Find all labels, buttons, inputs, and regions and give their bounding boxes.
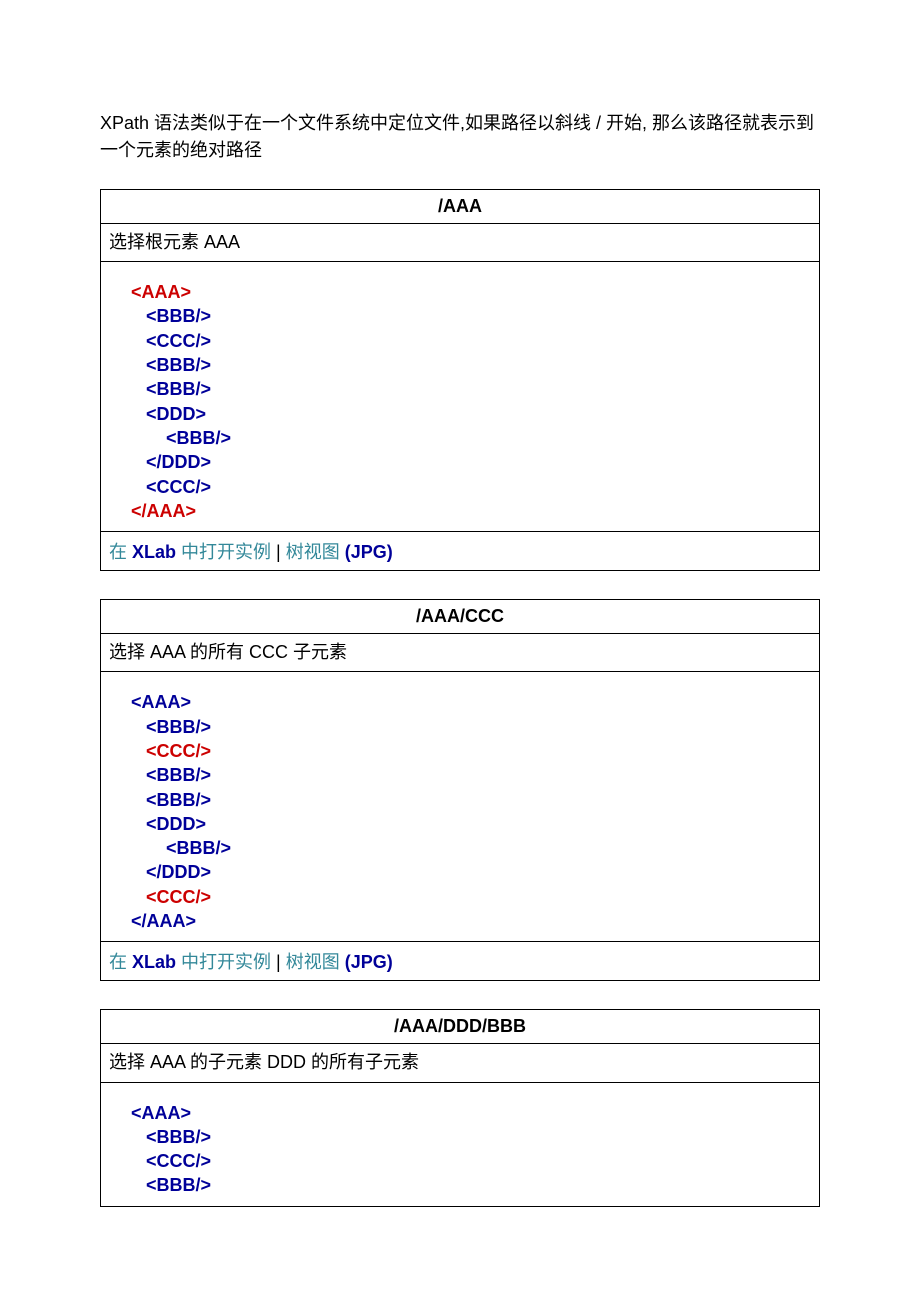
example-box: /AAA选择根元素 AAA<AAA> <BBB/> <CCC/> <BBB/> … [100, 189, 820, 571]
example-description: 选择根元素 AAA [101, 224, 819, 262]
open-in-xlab-link[interactable]: 在 XLab 中打开实例 [109, 542, 271, 562]
example-description: 选择 AAA 的子元素 DDD 的所有子元素 [101, 1044, 819, 1082]
separator: | [271, 542, 286, 562]
example-footer: 在 XLab 中打开实例 | 树视图 (JPG) [101, 941, 819, 980]
example-description: 选择 AAA 的所有 CCC 子元素 [101, 634, 819, 672]
separator: | [271, 952, 286, 972]
example-title: /AAA/CCC [101, 600, 819, 634]
example-footer: 在 XLab 中打开实例 | 树视图 (JPG) [101, 531, 819, 570]
example-title: /AAA [101, 190, 819, 224]
example-box: /AAA/DDD/BBB选择 AAA 的子元素 DDD 的所有子元素<AAA> … [100, 1009, 820, 1206]
tree-view-link[interactable]: 树视图 (JPG) [286, 952, 393, 972]
example-title: /AAA/DDD/BBB [101, 1010, 819, 1044]
example-code: <AAA> <BBB/> <CCC/> <BBB/> <BBB/> <DDD> … [101, 262, 819, 531]
tree-view-link[interactable]: 树视图 (JPG) [286, 542, 393, 562]
open-in-xlab-link[interactable]: 在 XLab 中打开实例 [109, 952, 271, 972]
example-code: <AAA> <BBB/> <CCC/> <BBB/> [101, 1083, 819, 1206]
example-box: /AAA/CCC选择 AAA 的所有 CCC 子元素<AAA> <BBB/> <… [100, 599, 820, 981]
intro-text: XPath 语法类似于在一个文件系统中定位文件,如果路径以斜线 / 开始, 那么… [100, 110, 820, 164]
example-code: <AAA> <BBB/> <CCC/> <BBB/> <BBB/> <DDD> … [101, 672, 819, 941]
